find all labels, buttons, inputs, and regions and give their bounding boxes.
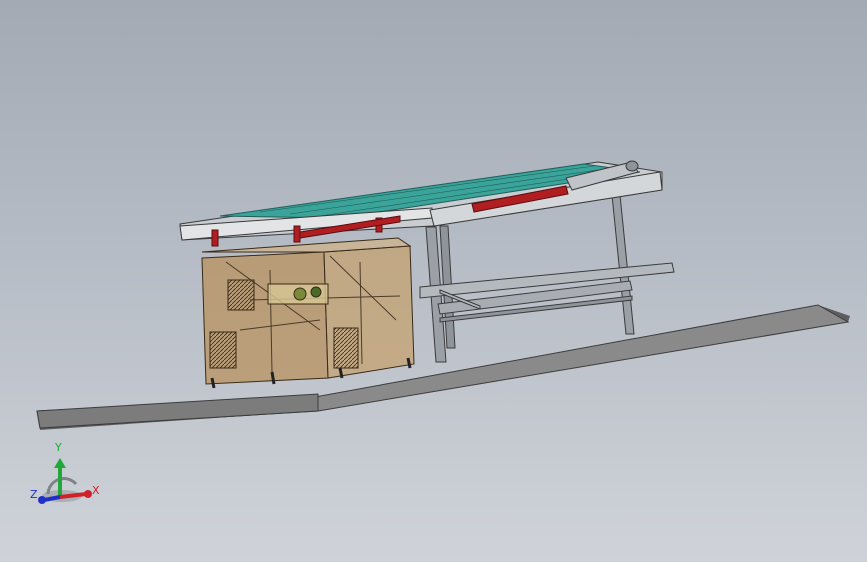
cad-viewport[interactable]: Y X Z bbox=[0, 0, 867, 562]
y-axis-label: Y bbox=[55, 441, 62, 454]
z-axis-label: Z bbox=[30, 488, 38, 501]
model-scene[interactable] bbox=[0, 0, 867, 562]
view-orientation-triad bbox=[38, 458, 92, 504]
x-axis-label: X bbox=[92, 484, 100, 497]
conveyor-assembly bbox=[179, 160, 663, 247]
machine-housing bbox=[201, 237, 415, 389]
